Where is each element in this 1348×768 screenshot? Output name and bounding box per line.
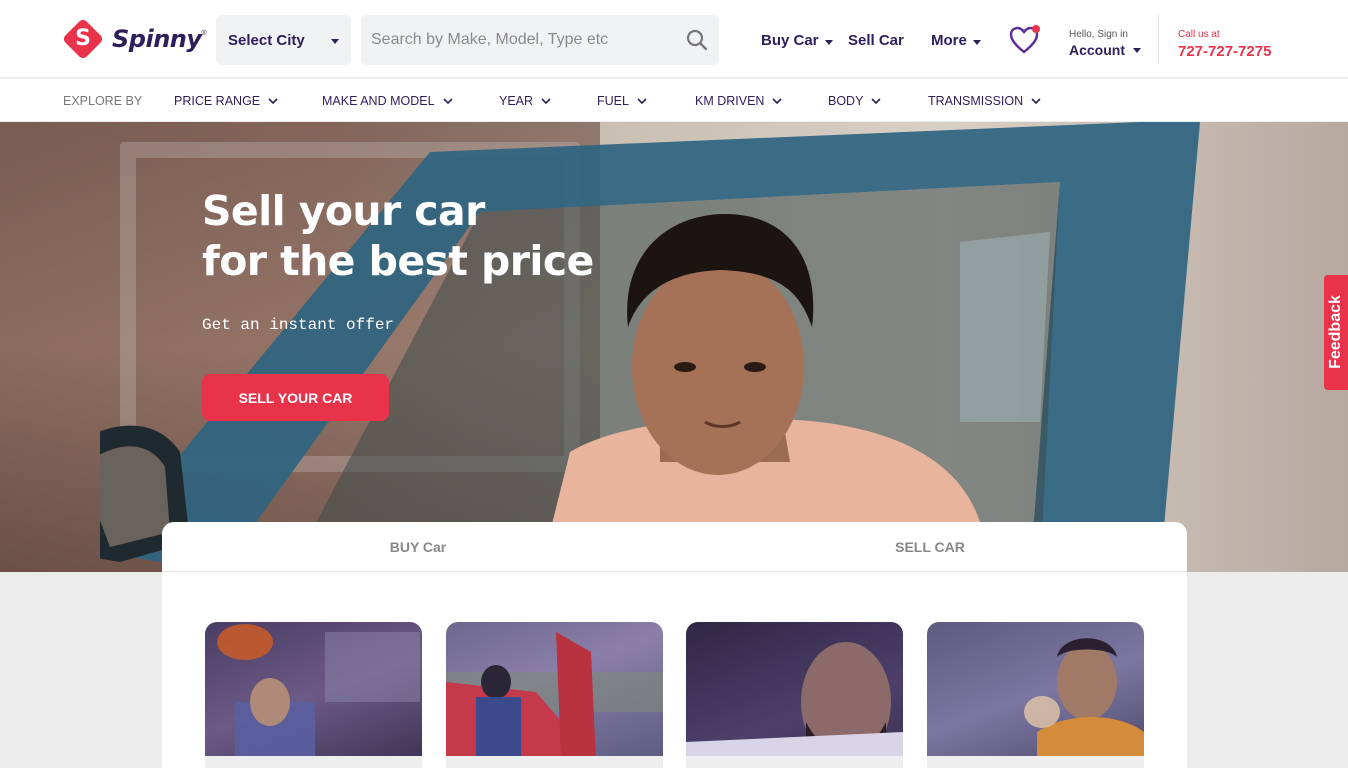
tab-buy-car[interactable]: BUY Car xyxy=(318,539,518,555)
explore-item-label: MAKE AND MODEL xyxy=(322,94,435,108)
explore-bar: EXPLORE BY PRICE RANGE MAKE AND MODEL YE… xyxy=(0,79,1348,122)
hero-banner: Sell your car for the best price Get an … xyxy=(0,122,1348,572)
explore-make-model[interactable]: MAKE AND MODEL xyxy=(322,94,453,108)
logo-mark: S xyxy=(61,17,105,61)
explore-item-label: TRANSMISSION xyxy=(928,94,1024,108)
feedback-label: Feedback xyxy=(1327,295,1344,369)
search-box xyxy=(361,15,719,65)
hero-title: Sell your car for the best price xyxy=(202,186,594,286)
account-hello: Hello, Sign in xyxy=(1069,29,1128,40)
chevron-down-icon xyxy=(541,98,551,105)
nav-more[interactable]: More xyxy=(931,32,981,49)
explore-item-label: YEAR xyxy=(499,94,534,108)
chevron-down-icon xyxy=(1031,98,1041,105)
chevron-down-icon xyxy=(268,98,278,105)
tab-bar: BUY Car SELL CAR xyxy=(162,522,1187,572)
account-label: Account xyxy=(1069,42,1125,58)
chevron-down-icon xyxy=(442,98,453,105)
chevron-down-icon xyxy=(871,98,882,105)
header: S Spinny ® Select City Buy Car Sell Car … xyxy=(0,0,1348,78)
card-smiling-man[interactable] xyxy=(686,622,903,768)
caret-down-icon xyxy=(331,39,339,44)
search-icon[interactable] xyxy=(685,28,709,52)
explore-item-label: PRICE RANGE xyxy=(174,94,261,108)
call-label: Call us at xyxy=(1178,29,1220,40)
card-inspection-photo xyxy=(217,624,420,768)
explore-item-label: BODY xyxy=(828,94,864,108)
nav-buy-car[interactable]: Buy Car xyxy=(761,32,833,49)
explore-body[interactable]: BODY xyxy=(828,94,882,108)
sell-your-car-button[interactable]: SELL YOUR CAR xyxy=(202,374,389,421)
account-menu[interactable]: Hello, Sign in Account xyxy=(1069,29,1141,58)
nav-sell-car-label: Sell Car xyxy=(848,32,904,49)
explore-year[interactable]: YEAR xyxy=(499,94,551,108)
hero-title-line1: Sell your car xyxy=(202,187,485,235)
call-us[interactable]: Call us at 727-727-7275 xyxy=(1178,29,1271,60)
explore-item-label: KM DRIVEN xyxy=(695,94,765,108)
caret-down-icon xyxy=(972,39,981,45)
card-driver-photo xyxy=(1024,638,1144,768)
logo-letter: S xyxy=(75,26,91,51)
chevron-down-icon xyxy=(637,98,647,105)
hero-title-line2: for the best price xyxy=(202,237,594,285)
divider xyxy=(1158,14,1159,64)
logo-reg: ® xyxy=(201,30,207,37)
caret-down-icon xyxy=(824,39,833,45)
caret-down-icon xyxy=(1133,47,1141,53)
notification-dot xyxy=(1032,25,1040,33)
chevron-down-icon xyxy=(772,98,783,105)
nav-more-label: More xyxy=(931,32,967,49)
card-car-door[interactable] xyxy=(446,622,663,768)
nav-sell-car[interactable]: Sell Car xyxy=(848,32,904,49)
card-car-door-photo xyxy=(446,632,663,768)
logo-text: Spinny xyxy=(112,25,202,53)
explore-km-driven[interactable]: KM DRIVEN xyxy=(695,94,783,108)
hero-subtitle: Get an instant offer xyxy=(202,316,395,334)
phone-number[interactable]: 727-727-7275 xyxy=(1178,43,1271,60)
explore-fuel[interactable]: FUEL xyxy=(597,94,647,108)
nav-buy-car-label: Buy Car xyxy=(761,32,819,49)
explore-label: EXPLORE BY xyxy=(63,94,143,108)
feedback-tab[interactable]: Feedback xyxy=(1324,275,1348,390)
card-inspection[interactable] xyxy=(205,622,422,768)
explore-item-label: FUEL xyxy=(597,94,629,108)
explore-transmission[interactable]: TRANSMISSION xyxy=(928,94,1041,108)
explore-price-range[interactable]: PRICE RANGE xyxy=(174,94,278,108)
city-select-label: Select City xyxy=(228,31,305,49)
search-input[interactable] xyxy=(371,15,671,65)
card-driver[interactable] xyxy=(927,622,1144,768)
card-smiling-man-photo xyxy=(686,642,903,768)
city-select[interactable]: Select City xyxy=(216,15,351,65)
wishlist-heart-icon[interactable] xyxy=(1008,25,1040,55)
logo[interactable]: S Spinny ® xyxy=(61,17,207,61)
tab-sell-car[interactable]: SELL CAR xyxy=(830,539,1030,555)
